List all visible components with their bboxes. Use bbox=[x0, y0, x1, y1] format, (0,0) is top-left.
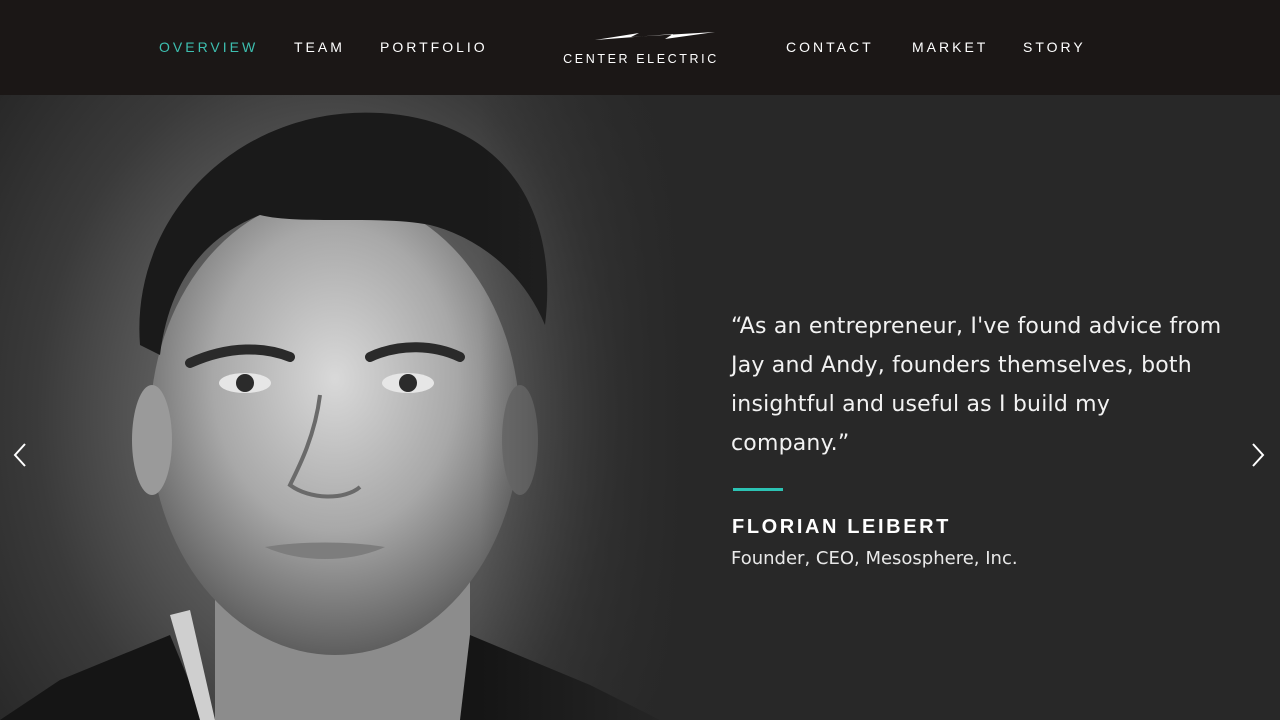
testimonial-slide: “As an entrepreneur, I've found advice f… bbox=[0, 95, 1280, 720]
nav-overview[interactable]: OVERVIEW bbox=[159, 38, 258, 56]
nav-team[interactable]: TEAM bbox=[294, 38, 345, 56]
nav-market[interactable]: MARKET bbox=[912, 38, 988, 56]
nav-story[interactable]: STORY bbox=[1023, 38, 1086, 56]
carousel-prev-button[interactable] bbox=[9, 440, 33, 470]
nav-portfolio[interactable]: PORTFOLIO bbox=[380, 38, 488, 56]
testimonial-quote: “As an entrepreneur, I've found advice f… bbox=[731, 314, 1222, 456]
carousel-next-button[interactable] bbox=[1247, 440, 1271, 470]
testimonial-name: FLORIAN LEIBERT bbox=[732, 516, 951, 538]
testimonial-title: Founder, CEO, Mesosphere, Inc. bbox=[731, 548, 1018, 569]
chevron-left-icon bbox=[13, 443, 26, 467]
site-logo[interactable]: CENTER ELECTRIC bbox=[540, 28, 742, 68]
logo-text: CENTER ELECTRIC bbox=[563, 52, 719, 66]
accent-divider bbox=[733, 488, 783, 491]
lightning-bolt-icon bbox=[595, 32, 715, 40]
site-header: OVERVIEW TEAM PORTFOLIO CENTER ELECTRIC … bbox=[0, 0, 1280, 95]
chevron-right-icon bbox=[1252, 443, 1265, 467]
nav-contact[interactable]: CONTACT bbox=[786, 38, 874, 56]
portrait-photo bbox=[0, 95, 690, 720]
